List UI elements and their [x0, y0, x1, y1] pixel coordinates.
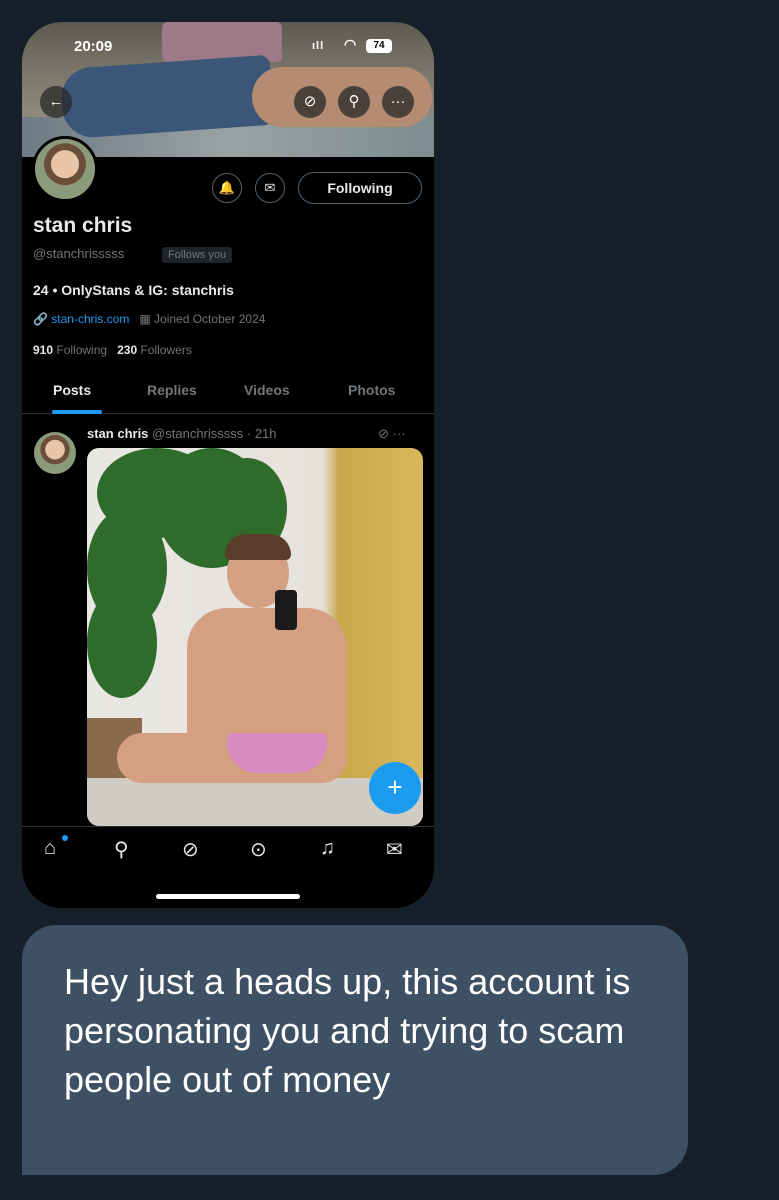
- following-label[interactable]: Following: [56, 343, 107, 357]
- following-count[interactable]: 910: [33, 343, 53, 357]
- bell-icon[interactable]: ♫: [320, 837, 335, 860]
- grok-icon[interactable]: ⊘: [182, 837, 199, 862]
- message-text: Hey just a heads up, this account is per…: [64, 961, 631, 1100]
- calendar-icon: ▦: [139, 312, 151, 326]
- message-bubble[interactable]: Hey just a heads up, this account is per…: [22, 925, 688, 1175]
- avatar[interactable]: [32, 136, 98, 202]
- home-badge: [62, 835, 68, 841]
- post-more-icon[interactable]: ···: [393, 426, 406, 441]
- battery-icon: 74: [366, 39, 392, 53]
- search-icon[interactable]: ⚲: [114, 837, 129, 862]
- link-icon: 🔗: [33, 312, 48, 326]
- wifi-icon: ◠: [344, 36, 357, 52]
- tab-photos[interactable]: Photos: [348, 382, 395, 398]
- home-indicator: [156, 894, 300, 899]
- status-time: 20:09: [74, 38, 113, 55]
- active-tab-indicator: [52, 410, 102, 414]
- followers-label[interactable]: Followers: [140, 343, 191, 357]
- joined-date: Joined October 2024: [154, 312, 266, 326]
- back-arrow-icon[interactable]: ←: [40, 86, 72, 118]
- profile-link[interactable]: stan-chris.com: [51, 312, 129, 326]
- post-actions: ⊘ ···: [378, 426, 406, 442]
- post-image[interactable]: [87, 448, 423, 826]
- post-avatar[interactable]: [34, 432, 76, 474]
- bottom-nav: ⌂ ⚲ ⊘ ⊙ ♫ ✉: [22, 826, 434, 876]
- post-header: stan chris @stanchrisssss · 21h: [87, 426, 277, 441]
- following-button[interactable]: Following: [298, 172, 422, 204]
- more-icon[interactable]: ···: [382, 86, 414, 118]
- profile-bio: 24 • OnlyStans & IG: stanchris: [33, 282, 234, 298]
- bell-plus-icon[interactable]: 🔔: [212, 173, 242, 203]
- grok-icon[interactable]: ⊘: [294, 86, 326, 118]
- profile-handle: @stanchrisssss: [33, 246, 125, 261]
- post-handle-time: @stanchrisssss · 21h: [152, 426, 277, 441]
- follows-you-badge: Follows you: [162, 247, 233, 263]
- search-icon[interactable]: ⚲: [338, 86, 370, 118]
- profile-tabs: Posts Replies Videos Photos: [22, 380, 434, 414]
- profile-meta: 🔗 stan-chris.com ▦ Joined October 2024: [33, 312, 265, 326]
- post-author[interactable]: stan chris: [87, 426, 148, 441]
- tab-videos[interactable]: Videos: [244, 382, 290, 398]
- compose-button[interactable]: +: [369, 762, 421, 814]
- mail-icon[interactable]: ✉: [255, 173, 285, 203]
- grok-icon[interactable]: ⊘: [378, 426, 389, 441]
- screenshot-image: 20:09 ıll ◠ 74 ← ⊘ ⚲ ··· 🔔 ✉ Following s…: [22, 22, 434, 908]
- signal-icon: ıll: [312, 40, 325, 52]
- profile-name: stan chris: [33, 214, 133, 237]
- followers-count[interactable]: 230: [117, 343, 137, 357]
- tab-replies[interactable]: Replies: [147, 382, 197, 398]
- status-bar: 20:09 ıll ◠ 74: [22, 36, 434, 60]
- envelope-icon[interactable]: ✉: [386, 837, 403, 862]
- tab-posts[interactable]: Posts: [53, 382, 91, 398]
- play-icon[interactable]: ⊙: [250, 837, 267, 862]
- home-icon[interactable]: ⌂: [44, 837, 56, 860]
- follow-counts: 910 Following 230 Followers: [33, 343, 192, 357]
